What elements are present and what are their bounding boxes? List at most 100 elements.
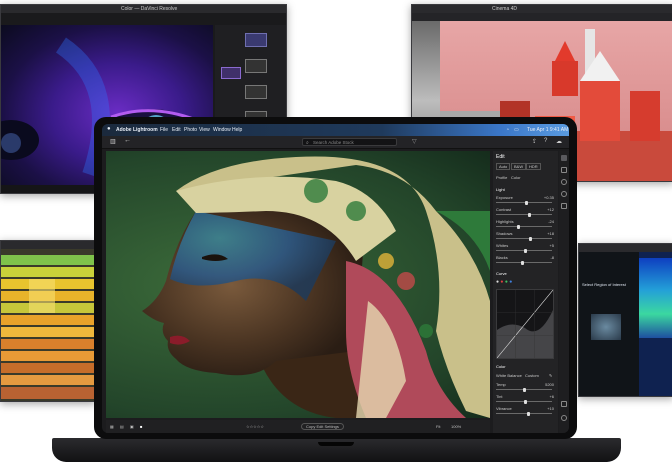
slider-knob[interactable] — [525, 200, 529, 205]
slider-label: Blacks — [496, 255, 508, 260]
filter-icon[interactable]: ▽ — [412, 138, 417, 145]
menu-view[interactable]: View — [199, 127, 210, 133]
edit-panel-title: Edit — [496, 154, 505, 160]
node[interactable] — [221, 67, 241, 79]
back-arrow-icon[interactable]: ← — [124, 137, 131, 144]
info-icon[interactable] — [561, 415, 567, 421]
track-regions — [1, 249, 95, 401]
slider-track[interactable] — [496, 200, 552, 205]
slider-track[interactable] — [496, 236, 552, 241]
star-rating-icon[interactable]: ☆☆☆☆☆ — [246, 424, 264, 429]
square-view-icon[interactable]: ▤ — [120, 424, 124, 429]
color-section-header[interactable]: Color — [496, 364, 506, 369]
slider-track[interactable] — [496, 399, 552, 404]
laptop: ● Adobe Lightroom File Edit Photo View W… — [94, 117, 577, 439]
white-balance-label: White Balance — [496, 373, 522, 378]
tone-curve-graph — [497, 290, 553, 358]
apple-icon[interactable]: ● — [107, 126, 111, 132]
fit-label[interactable]: Fit — [436, 424, 440, 429]
tab-bw[interactable]: B&W — [511, 163, 527, 170]
slider-value[interactable]: -8 — [550, 255, 554, 260]
search-placeholder: Search Adobe Stock — [313, 140, 354, 145]
channel-blue-icon[interactable]: ● — [509, 279, 512, 285]
edit-tool-icon[interactable] — [561, 155, 567, 161]
music-app-titlebar — [1, 241, 95, 249]
menu-edit[interactable]: Edit — [172, 127, 181, 133]
data-app-heading: Select Region of Interest — [582, 282, 626, 287]
heal-tool-icon[interactable] — [561, 179, 567, 185]
sidebar-toggle-icon[interactable]: ▥ — [110, 138, 116, 145]
copy-edit-settings-button[interactable]: Copy Edit Settings — [301, 423, 344, 430]
node[interactable] — [245, 59, 267, 73]
cloud-icon[interactable]: ☁ — [556, 138, 562, 145]
slider-value[interactable]: +12 — [547, 207, 554, 212]
node[interactable] — [245, 33, 267, 47]
slider-knob[interactable] — [523, 399, 527, 404]
slider-value[interactable]: +0.35 — [544, 195, 554, 200]
slider-value[interactable]: +10 — [547, 406, 554, 411]
slider-value[interactable]: -24 — [548, 219, 554, 224]
eyedropper-icon[interactable]: ✎ — [549, 373, 552, 378]
menu-clock[interactable]: Tue Apr 1 9:41 AM — [527, 127, 568, 133]
redeye-tool-icon[interactable] — [561, 203, 567, 209]
slider-track[interactable] — [496, 212, 552, 217]
channel-rgb-icon[interactable]: ● — [496, 279, 499, 285]
grid-view-icon[interactable]: ▦ — [110, 424, 114, 429]
slider-knob[interactable] — [522, 387, 526, 392]
slider-label: Vibrance — [496, 406, 512, 411]
white-balance-value[interactable]: Custom — [525, 373, 539, 378]
presets-icon[interactable] — [561, 401, 567, 407]
crop-tool-icon[interactable] — [561, 167, 567, 173]
menu-help[interactable]: Help — [232, 127, 242, 133]
battery-icon[interactable]: ▭ — [514, 127, 519, 133]
slider-track[interactable] — [496, 387, 552, 392]
slider-label: Temp — [496, 382, 506, 387]
data-app-titlebar — [579, 244, 672, 252]
tab-hdr[interactable]: HDR — [526, 163, 541, 170]
slider-track[interactable] — [496, 224, 552, 229]
video-editor-title: Color — DaVinci Resolve — [121, 6, 178, 12]
slider-knob[interactable] — [527, 212, 531, 217]
menu-window[interactable]: Window — [213, 127, 231, 133]
wifi-icon[interactable]: ◔ — [506, 127, 509, 133]
slider-track[interactable] — [496, 260, 552, 265]
profile-value[interactable]: Color — [511, 175, 521, 180]
photo-canvas[interactable] — [106, 151, 490, 418]
slider-value[interactable]: 5200 — [545, 382, 554, 387]
laptop-base-notch — [318, 442, 354, 446]
tone-curve[interactable] — [496, 289, 554, 359]
slider-knob[interactable] — [520, 260, 524, 265]
slider-label: Tint — [496, 394, 503, 399]
channel-red-icon[interactable]: ● — [500, 279, 503, 285]
tab-auto[interactable]: Auto — [496, 163, 511, 170]
single-view-icon[interactable]: ■ — [140, 424, 142, 429]
detail-view-icon[interactable]: ▣ — [130, 424, 134, 429]
menu-app-name[interactable]: Adobe Lightroom — [116, 127, 158, 133]
profile-label: Profile — [496, 175, 508, 180]
light-section-header[interactable]: Light — [496, 187, 505, 192]
channel-green-icon[interactable]: ● — [505, 279, 508, 285]
portrait-photo — [142, 156, 490, 418]
slider-knob[interactable] — [528, 236, 532, 241]
slider-knob[interactable] — [524, 248, 528, 253]
node[interactable] — [245, 85, 267, 99]
slider-knob[interactable] — [517, 224, 521, 229]
window-music-app — [0, 240, 96, 402]
slider-value[interactable]: +18 — [547, 231, 554, 236]
zoom-label[interactable]: 100% — [451, 424, 461, 429]
slider-value[interactable]: +6 — [549, 394, 554, 399]
slider-value[interactable]: +5 — [549, 243, 554, 248]
music-tracks — [1, 249, 95, 401]
slider-track[interactable] — [496, 248, 552, 253]
slider-label: Whites — [496, 243, 509, 248]
menu-photo[interactable]: Photo — [184, 127, 197, 133]
menu-file[interactable]: File — [160, 127, 168, 133]
share-icon[interactable]: ⇪ — [532, 138, 537, 145]
help-icon[interactable]: ? — [544, 138, 547, 144]
search-input[interactable]: ⌕ Search Adobe Stock — [302, 138, 397, 146]
search-icon: ⌕ — [306, 140, 309, 146]
slider-knob[interactable] — [526, 411, 530, 416]
slider-track[interactable] — [496, 411, 552, 416]
curve-section-header[interactable]: Curve — [496, 271, 507, 276]
mask-tool-icon[interactable] — [561, 191, 567, 197]
